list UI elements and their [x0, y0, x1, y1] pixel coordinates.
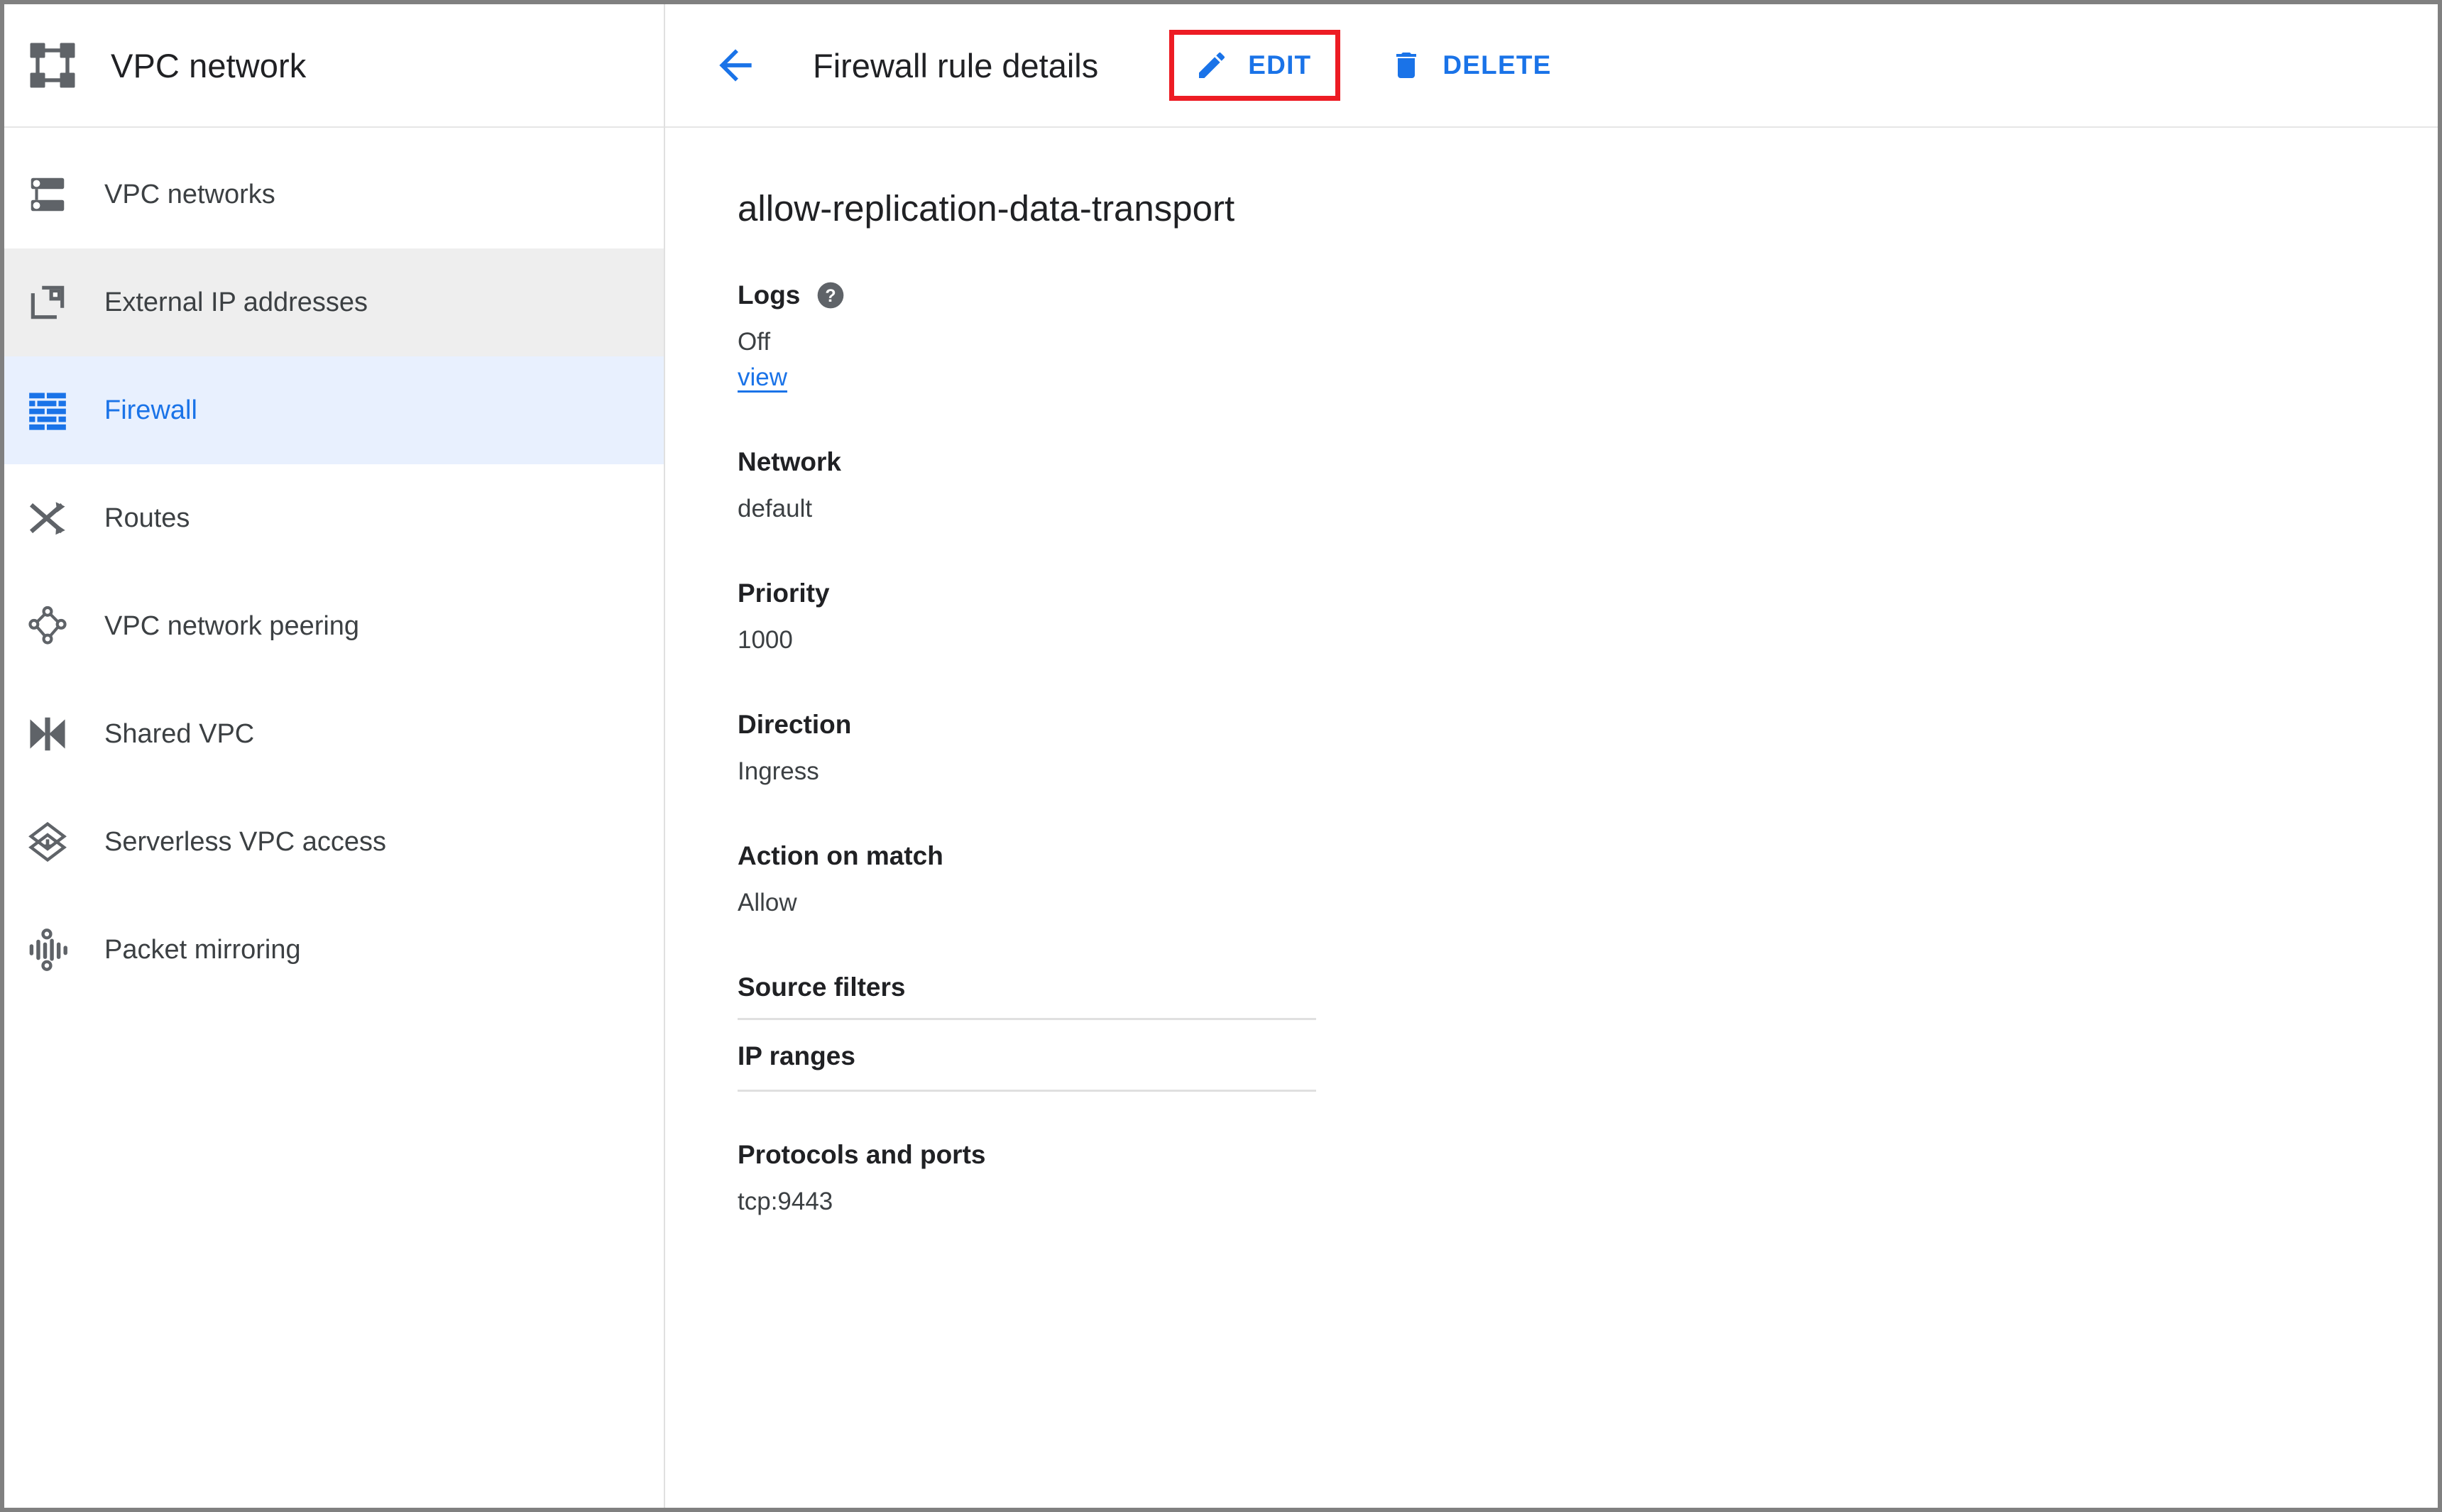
sidebar-item-label: Routes	[104, 503, 190, 533]
delete-button[interactable]: DELETE	[1389, 48, 1551, 83]
sidebar-item-label: Shared VPC	[104, 718, 255, 749]
logs-value: Off	[738, 328, 771, 356]
pencil-edit-icon	[1194, 48, 1230, 83]
field-direction: Direction Ingress	[738, 710, 2438, 786]
logs-label-row: Logs ?	[738, 280, 2438, 310]
edit-button-highlight: EDIT	[1169, 30, 1341, 101]
edit-button-label: EDIT	[1248, 50, 1312, 80]
field-priority: Priority 1000	[738, 579, 2438, 654]
firewall-brick-icon	[24, 387, 71, 434]
sidebar-header: VPC network	[4, 4, 664, 128]
sidebar-item-packet-mirroring[interactable]: Packet mirroring	[4, 896, 664, 1004]
sidebar-item-label: External IP addresses	[104, 287, 368, 317]
page-title: Firewall rule details	[813, 46, 1099, 84]
sidebar-item-vpc-networks[interactable]: VPC networks	[4, 141, 664, 248]
field-source-filters: Source filters IP ranges	[738, 973, 2438, 1092]
protocols-and-ports-value: tcp:9443	[738, 1188, 833, 1215]
svg-text:?: ?	[826, 286, 836, 306]
shared-vpc-icon	[24, 711, 71, 757]
field-network: Network default	[738, 447, 2438, 523]
vpc-peering-icon	[24, 603, 71, 650]
trash-delete-icon	[1389, 48, 1424, 83]
sidebar-item-routes[interactable]: Routes	[4, 464, 664, 572]
action-on-match-label: Action on match	[738, 841, 943, 870]
field-protocols-and-ports: Protocols and ports tcp:9443	[738, 1140, 2438, 1216]
delete-button-wrap: DELETE	[1381, 35, 1558, 96]
edit-button[interactable]: EDIT	[1194, 48, 1311, 83]
sidebar-nav: VPC networks External IP addresses Firew…	[4, 128, 664, 1004]
serverless-vpc-icon	[24, 818, 71, 865]
rule-name: allow-replication-data-transport	[738, 188, 1235, 229]
main-header: Firewall rule details EDIT DELETE	[665, 4, 2438, 128]
help-question-icon[interactable]: ?	[816, 280, 845, 310]
application-window: VPC network VPC networks External IP add…	[4, 4, 2438, 1508]
source-filters-column-ip-ranges: IP ranges	[738, 1041, 855, 1070]
logs-view-link[interactable]: view	[738, 363, 787, 392]
direction-value: Ingress	[738, 757, 819, 785]
sidebar-item-shared-vpc[interactable]: Shared VPC	[4, 680, 664, 788]
sidebar: VPC network VPC networks External IP add…	[4, 4, 665, 1508]
protocols-and-ports-label: Protocols and ports	[738, 1140, 986, 1169]
delete-button-label: DELETE	[1442, 50, 1552, 80]
vpc-network-logo-icon	[26, 38, 80, 92]
direction-label: Direction	[738, 710, 852, 739]
field-action-on-match: Action on match Allow	[738, 841, 2438, 917]
firewall-rule-detail-body: allow-replication-data-transport Logs ? …	[665, 128, 2438, 1508]
network-value: default	[738, 495, 813, 522]
sidebar-item-external-ip-addresses[interactable]: External IP addresses	[4, 248, 664, 356]
logs-label: Logs	[738, 280, 801, 309]
network-label: Network	[738, 447, 841, 476]
header-actions: EDIT DELETE	[1169, 30, 1558, 101]
main-content: Firewall rule details EDIT DELETE allow-…	[665, 4, 2438, 1508]
priority-value: 1000	[738, 626, 793, 654]
back-arrow-icon[interactable]	[710, 40, 761, 91]
sidebar-item-label: Serverless VPC access	[104, 826, 387, 857]
sidebar-item-label: VPC network peering	[104, 610, 360, 641]
packet-mirroring-icon	[24, 926, 71, 973]
action-on-match-value: Allow	[738, 889, 797, 916]
routes-icon	[24, 495, 71, 542]
sidebar-item-label: Packet mirroring	[104, 934, 301, 965]
field-logs: Logs ? Off view	[738, 280, 2438, 392]
sidebar-item-vpc-network-peering[interactable]: VPC network peering	[4, 572, 664, 680]
external-ip-icon	[24, 279, 71, 326]
vpc-networks-icon	[24, 171, 71, 218]
sidebar-item-label: Firewall	[104, 395, 197, 425]
source-filters-label: Source filters	[738, 973, 906, 1002]
sidebar-item-label: VPC networks	[104, 179, 275, 209]
sidebar-item-serverless-vpc-access[interactable]: Serverless VPC access	[4, 788, 664, 896]
app-title: VPC network	[111, 46, 307, 84]
sidebar-item-firewall[interactable]: Firewall	[4, 356, 664, 464]
priority-label: Priority	[738, 579, 830, 608]
